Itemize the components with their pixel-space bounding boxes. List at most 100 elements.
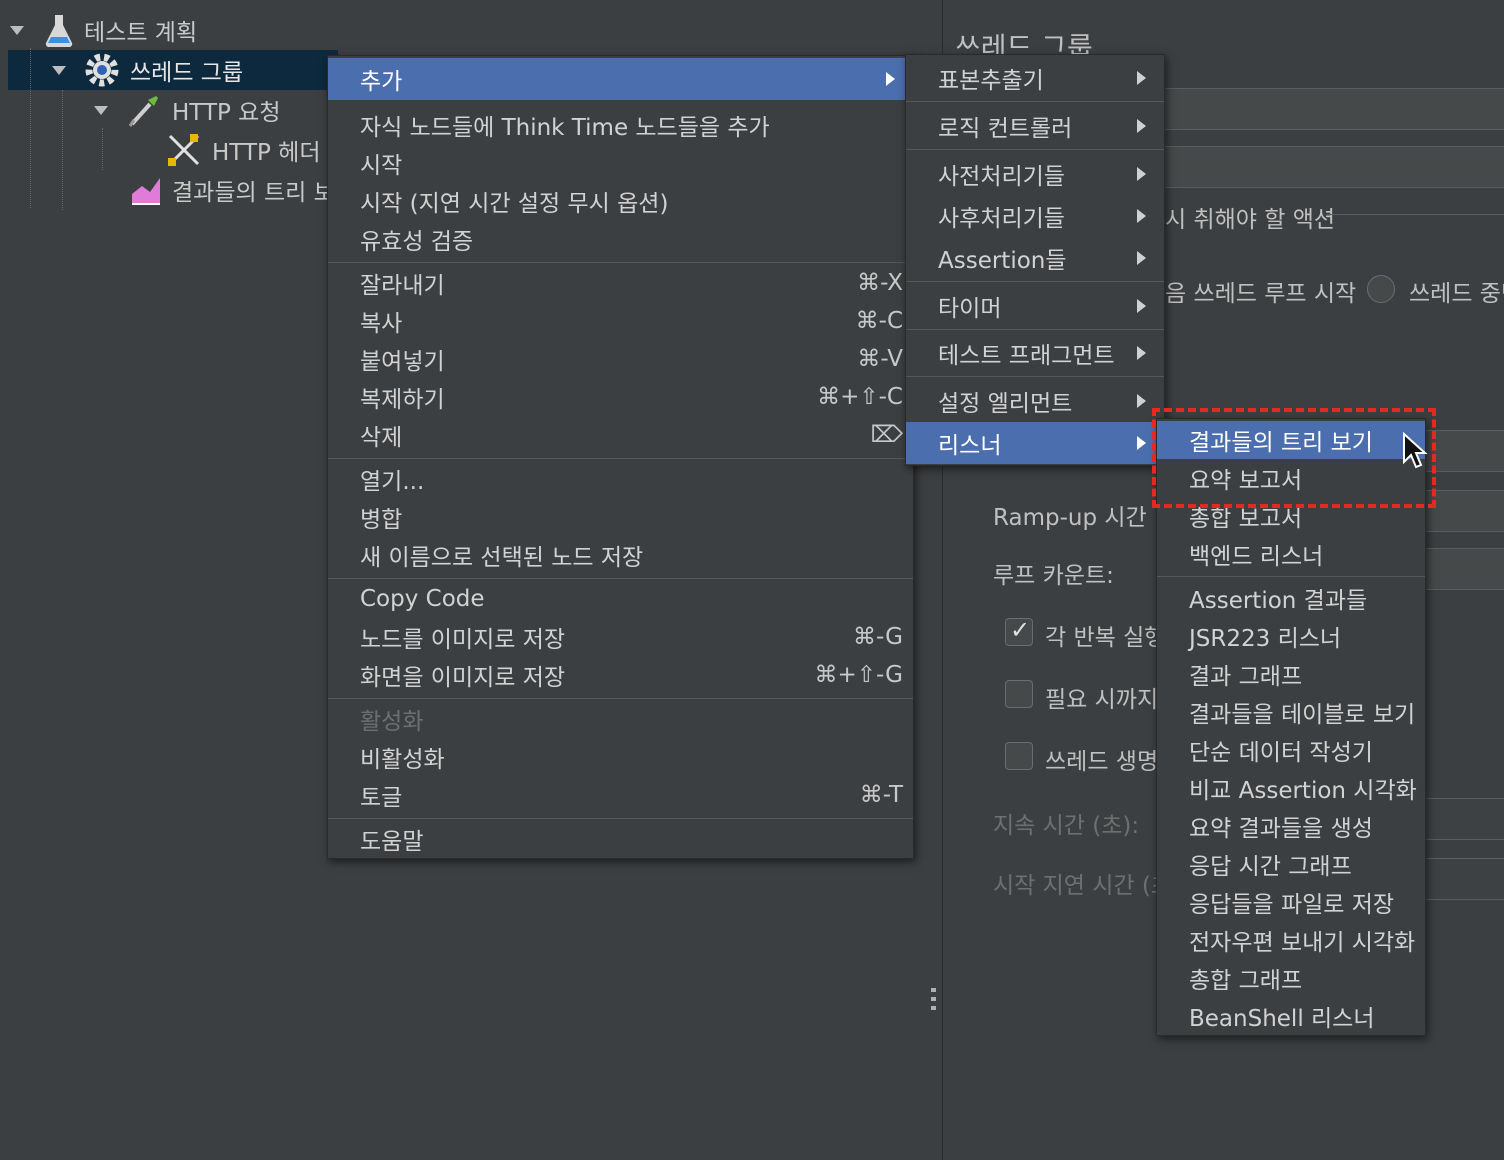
menu-item-copy[interactable]: 복사 ⌘-C [328,302,913,340]
tree-node-test-plan[interactable]: 테스트 계획 [10,10,197,50]
menu-item-toggle[interactable]: 토글 ⌘-T [328,776,913,814]
expand-arrow-icon[interactable] [10,25,24,35]
menu-item-open[interactable]: 열기... [328,460,913,498]
tree-guide-line [30,48,31,208]
submenu-arrow-icon [1137,394,1146,408]
tree-node-label: 테스트 계획 [84,20,198,46]
menu-item-help[interactable]: 도움말 [328,820,913,858]
menu-item-label: 노드를 이미지로 저장 [360,627,566,653]
loop-count-field[interactable] [1413,548,1504,590]
tree-node-results-tree[interactable]: 결과들의 트리 보 [130,170,335,210]
menu-item-label: 병합 [360,507,403,533]
submenu-item-listener[interactable]: 리스너 [906,422,1164,464]
menu-item-start[interactable]: 시작 [328,144,913,182]
menu-item-label: 잘라내기 [360,273,445,299]
submenu-item-samplers[interactable]: 표본추출기 [906,57,1164,99]
expand-arrow-icon[interactable] [52,65,66,75]
menu-separator [328,698,913,699]
startup-delay-field[interactable] [1413,858,1504,900]
menu-item-cut[interactable]: 잘라내기 ⌘-X [328,264,913,302]
menu-item-paste[interactable]: 붙여넣기 ⌘-V [328,340,913,378]
submenu-arrow-icon [1137,119,1146,133]
listener-item-generate-summary-results[interactable]: 요약 결과들을 생성 [1157,807,1425,845]
menu-item-save-screen-image[interactable]: 화면을 이미지로 저장 ⌘+⇧-G [328,656,913,694]
menu-item-label: BeanShell 리스너 [1189,1006,1375,1032]
menu-item-label: 비교 Assertion 시각화 [1189,778,1417,804]
menu-item-save-node-image[interactable]: 노드를 이미지로 저장 ⌘-G [328,618,913,656]
menu-separator [1157,576,1425,577]
listener-item-response-time-graph[interactable]: 응답 시간 그래프 [1157,845,1425,883]
listener-item-backend-listener[interactable]: 백엔드 리스너 [1157,535,1425,573]
submenu-arrow-icon [886,72,895,86]
menu-item-label: 삭제 [360,425,403,451]
submenu-item-config-element[interactable]: 설정 엘리먼트 [906,380,1164,422]
submenu-arrow-icon [1137,167,1146,181]
listener-item-beanshell-listener[interactable]: BeanShell 리스너 [1157,997,1425,1035]
menu-item-merge[interactable]: 병합 [328,498,913,536]
comment-field[interactable] [1153,146,1504,188]
menu-item-label: 새 이름으로 선택된 노드 저장 [360,545,644,571]
menu-item-label: 응답들을 파일로 저장 [1189,892,1395,918]
menu-separator [328,818,913,819]
until-needed-checkbox[interactable] [1005,680,1033,708]
menu-item-label: 로직 컨트롤러 [938,116,1073,142]
shortcut-label: ⌘-V [857,346,903,372]
menu-item-start-no-pauses[interactable]: 시작 (지연 시간 설정 무시 옵션) [328,182,913,220]
submenu-item-test-fragment[interactable]: 테스트 프래그먼트 [906,332,1164,374]
submenu-item-logic-controllers[interactable]: 로직 컨트롤러 [906,105,1164,147]
expand-arrow-icon[interactable] [94,105,108,115]
listener-item-assertion-results[interactable]: Assertion 결과들 [1157,579,1425,617]
name-field[interactable] [1153,88,1504,130]
submenu-arrow-icon [1137,209,1146,223]
tree-node-http-header[interactable]: HTTP 헤더 [166,130,321,170]
menu-item-validate[interactable]: 유효성 검증 [328,220,913,258]
submenu-item-assertions[interactable]: Assertion들 [906,237,1164,279]
thread-lifetime-checkbox[interactable] [1005,742,1033,770]
rampup-label: Ramp-up 시간 ( [993,505,1163,531]
context-menu: 추가 자식 노드들에 Think Time 노드들을 추가 시작 시작 (지연 … [327,55,914,859]
submenu-item-postprocessors[interactable]: 사후처리기들 [906,195,1164,237]
submenu-arrow-icon [1137,436,1146,450]
listener-item-mailer-visualizer[interactable]: 전자우편 보내기 시각화 [1157,921,1425,959]
menu-item-label: 화면을 이미지로 저장 [360,665,566,691]
menu-separator [328,578,913,579]
listener-item-simple-data-writer[interactable]: 단순 데이터 작성기 [1157,731,1425,769]
menu-item-add-think-time[interactable]: 자식 노드들에 Think Time 노드들을 추가 [328,106,913,144]
listener-item-jsr223-listener[interactable]: JSR223 리스너 [1157,617,1425,655]
menu-item-label: 결과들을 테이블로 보기 [1189,702,1416,728]
duration-field[interactable] [1413,798,1504,840]
menu-item-add[interactable]: 추가 [328,58,913,100]
submenu-item-timer[interactable]: 타이머 [906,285,1164,327]
menu-item-label: 단순 데이터 작성기 [1189,740,1373,766]
splitter-handle[interactable] [931,988,936,1014]
menu-separator [906,101,1164,102]
menu-item-save-selection-as[interactable]: 새 이름으로 선택된 노드 저장 [328,536,913,574]
listener-item-aggregate-graph[interactable]: 총합 그래프 [1157,959,1425,997]
menu-item-disable[interactable]: 비활성화 [328,738,913,776]
tree-node-thread-group[interactable]: 쓰레드 그룹 [52,50,243,90]
menu-item-label: 비활성화 [360,747,445,773]
annotation-highlight-box [1152,408,1436,508]
stop-thread-radio[interactable] [1367,275,1395,303]
menu-item-label: 추가 [360,69,403,95]
menu-item-label: 복사 [360,311,403,337]
submenu-item-preprocessors[interactable]: 사전처리기들 [906,153,1164,195]
menu-item-copy-code[interactable]: Copy Code [328,580,913,618]
menu-item-label: Assertion들 [938,248,1067,274]
shortcut-label: ⌘+⇧-G [814,662,903,688]
tree-node-http-request[interactable]: HTTP 요청 [94,90,281,130]
menu-item-label: 설정 엘리먼트 [938,391,1073,417]
menu-item-duplicate[interactable]: 복제하기 ⌘+⇧-C [328,378,913,416]
menu-item-label: 백엔드 리스너 [1189,544,1324,570]
menu-item-delete[interactable]: 삭제 ⌦ [328,416,913,454]
listener-item-view-results-table[interactable]: 결과들을 테이블로 보기 [1157,693,1425,731]
menu-item-label: Assertion 결과들 [1189,588,1368,614]
listener-item-graph-results[interactable]: 결과 그래프 [1157,655,1425,693]
listener-item-save-responses-to-file[interactable]: 응답들을 파일로 저장 [1157,883,1425,921]
menu-item-label: 타이머 [938,296,1002,322]
submenu-arrow-icon [1137,299,1146,313]
menu-separator [906,329,1164,330]
listener-submenu: 결과들의 트리 보기 요약 보고서 총합 보고서 백엔드 리스너 Asserti… [1156,418,1426,1036]
menu-item-label: 표본추출기 [938,68,1044,94]
listener-item-comparison-assertion-visualizer[interactable]: 비교 Assertion 시각화 [1157,769,1425,807]
